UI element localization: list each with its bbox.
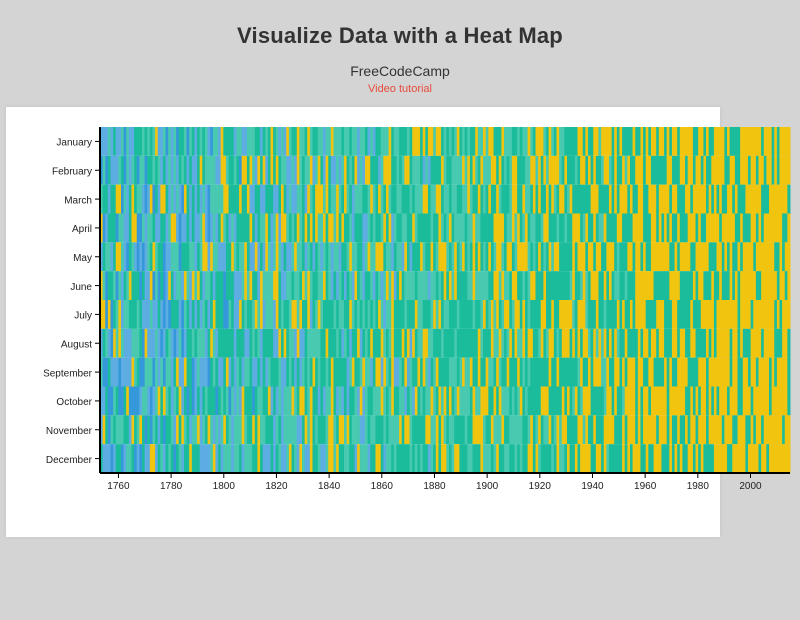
x-axis-label: 1960 <box>634 481 657 492</box>
video-tutorial-link[interactable]: Video tutorial <box>0 83 800 95</box>
x-axis-label: 1900 <box>476 481 499 492</box>
page-title: Visualize Data with a Heat Map <box>0 15 800 49</box>
heatmap-cell[interactable] <box>787 386 790 415</box>
heatmap-cell[interactable] <box>787 271 790 300</box>
y-axis-label: June <box>70 282 92 293</box>
y-axis-label: August <box>61 339 92 350</box>
y-axis-label: March <box>64 195 92 206</box>
heatmap-cell[interactable] <box>787 242 790 271</box>
x-axis-label: 1980 <box>687 481 710 492</box>
heatmap-cell[interactable] <box>787 184 790 213</box>
subtitle: FreeCodeCamp <box>0 63 800 79</box>
x-axis-label: 1840 <box>318 481 341 492</box>
heatmap-cell[interactable] <box>787 415 790 444</box>
y-axis-label: January <box>56 137 92 148</box>
heatmap-cell[interactable] <box>787 329 790 358</box>
heatmap-cell[interactable] <box>787 357 790 386</box>
y-axis-label: February <box>52 166 92 177</box>
x-axis-label: 1880 <box>423 481 446 492</box>
y-axis-label: December <box>46 455 93 466</box>
y-axis-label: November <box>46 426 93 437</box>
heatmap-cell[interactable] <box>787 213 790 242</box>
y-axis-label: July <box>74 310 92 321</box>
x-axis-label: 1820 <box>265 481 288 492</box>
heatmap-chart: January February March April May June July Augu… <box>0 113 800 533</box>
heatmap-cell[interactable] <box>787 300 790 329</box>
x-axis-label: 1940 <box>581 481 604 492</box>
x-axis-label: 1920 <box>529 481 552 492</box>
x-axis-label: 1800 <box>213 481 236 492</box>
y-axis-label: October <box>56 397 92 408</box>
y-axis-label: September <box>43 368 93 379</box>
x-axis-label: 1760 <box>107 481 130 492</box>
x-axis-label: 1780 <box>160 481 183 492</box>
heatmap-cell[interactable] <box>787 444 790 473</box>
y-axis-label: May <box>73 253 92 264</box>
x-axis-label: 2000 <box>739 481 762 492</box>
heatmap-cell[interactable] <box>787 156 790 185</box>
y-axis-label: April <box>72 224 92 235</box>
heatmap-cell[interactable] <box>787 127 790 156</box>
heatmap-cells <box>100 127 791 473</box>
x-axis-label: 1860 <box>371 481 394 492</box>
